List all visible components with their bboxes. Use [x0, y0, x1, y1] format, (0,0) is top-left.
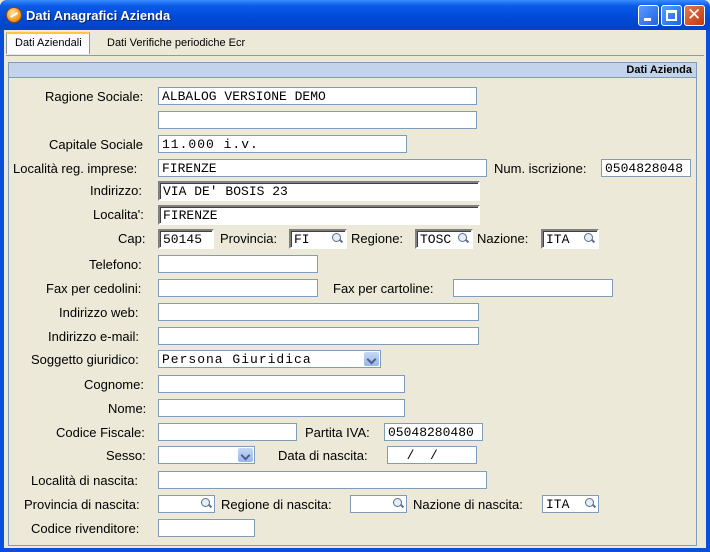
maximize-button[interactable] [661, 5, 682, 26]
regione-label: Regione: [351, 231, 404, 246]
window-title: Dati Anagrafici Azienda [26, 8, 171, 23]
magnifier-icon[interactable] [393, 498, 404, 509]
sesso-label: Sesso: [106, 448, 146, 463]
tab-dati-verifiche[interactable]: Dati Verifiche periodiche Ecr [99, 32, 253, 54]
cap-label: Cap: [118, 231, 146, 246]
indirizzo-label: Indirizzo: [90, 183, 143, 198]
window-client: Dati Aziendali Dati Verifiche periodiche… [4, 30, 706, 548]
nazione-lookup[interactable]: ITA [541, 229, 599, 249]
ragione-sociale-input-2[interactable] [158, 111, 477, 129]
cognome-input[interactable] [158, 375, 405, 393]
localita-reg-label: Località reg. imprese: [13, 161, 138, 176]
num-iscrizione-label: Num. iscrizione: [494, 161, 587, 176]
section-header: Dati Azienda [9, 63, 696, 78]
fax-cartoline-input[interactable] [453, 279, 613, 297]
nazione-nascita-label: Nazione di nascita: [413, 497, 523, 512]
codice-rivenditore-input[interactable] [158, 519, 255, 537]
close-button[interactable]: ✕ [684, 5, 705, 26]
regione-nascita-label: Regione di nascita: [221, 497, 332, 512]
fax-cedolini-label: Fax per cedolini: [46, 281, 142, 296]
num-iscrizione-input[interactable]: 0504828048 [601, 159, 691, 177]
regione-value: TOSC [420, 232, 452, 247]
regione-lookup[interactable]: TOSC [415, 229, 473, 249]
indirizzo-email-input[interactable] [158, 327, 479, 345]
codice-fiscale-input[interactable] [158, 423, 297, 441]
tab-dati-aziendali[interactable]: Dati Aziendali [6, 32, 90, 54]
provincia-nascita-lookup[interactable] [158, 495, 215, 513]
indirizzo-web-label: Indirizzo web: [59, 305, 139, 320]
localita-nascita-label: Località di nascita: [31, 473, 138, 488]
fax-cedolini-input[interactable] [158, 279, 318, 297]
localita-nascita-input[interactable] [158, 471, 487, 489]
magnifier-icon[interactable] [201, 498, 212, 509]
nome-input[interactable] [158, 399, 405, 417]
sesso-select[interactable] [158, 446, 255, 464]
partita-iva-label: Partita IVA: [305, 425, 370, 440]
data-nascita-input[interactable]: / / [387, 446, 477, 464]
nazione-nascita-value: ITA [546, 497, 570, 512]
nazione-value: ITA [546, 232, 570, 247]
indirizzo-web-input[interactable] [158, 303, 479, 321]
chevron-down-icon[interactable] [238, 448, 253, 462]
telefono-label: Telefono: [89, 257, 142, 272]
regione-nascita-lookup[interactable] [350, 495, 407, 513]
localita-label: Localita': [93, 207, 144, 222]
close-icon: ✕ [687, 5, 702, 25]
chevron-down-icon[interactable] [364, 352, 379, 366]
soggetto-giuridico-label: Soggetto giuridico: [31, 352, 139, 367]
app-window: Dati Anagrafici Azienda ✕ Dati Aziendali… [0, 0, 710, 552]
minimize-button[interactable] [638, 5, 659, 26]
maximize-icon [666, 10, 677, 21]
magnifier-icon[interactable] [585, 498, 596, 509]
magnifier-icon[interactable] [332, 233, 343, 244]
cognome-label: Cognome: [84, 377, 144, 392]
nazione-label: Nazione: [477, 231, 529, 246]
partita-iva-input[interactable]: 05048280480 [384, 423, 483, 441]
ragione-sociale-input-1[interactable]: ALBALOG VERSIONE DEMO [158, 87, 477, 105]
fax-cartoline-label: Fax per cartoline: [333, 281, 434, 296]
data-nascita-label: Data di nascita: [278, 448, 368, 463]
soggetto-giuridico-value: Persona Giuridica [162, 352, 312, 367]
indirizzo-email-label: Indirizzo e-mail: [48, 329, 140, 344]
nazione-nascita-lookup[interactable]: ITA [542, 495, 599, 513]
capitale-sociale-label: Capitale Sociale [49, 137, 143, 152]
telefono-input[interactable] [158, 255, 318, 273]
localita-input[interactable]: FIRENZE [158, 205, 480, 225]
capitale-sociale-input[interactable]: 11.000 i.v. [158, 135, 407, 153]
provincia-value: FI [294, 232, 310, 247]
localita-reg-input[interactable]: FIRENZE [158, 159, 487, 177]
codice-rivenditore-label: Codice rivenditore: [31, 521, 140, 536]
app-icon [6, 7, 22, 23]
codice-fiscale-label: Codice Fiscale: [56, 425, 145, 440]
indirizzo-input[interactable]: VIA DE' BOSIS 23 [158, 181, 480, 201]
minimize-icon [644, 18, 651, 21]
section-title: Dati Azienda [626, 64, 692, 76]
nome-label: Nome: [108, 401, 147, 416]
provincia-label: Provincia: [220, 231, 278, 246]
provincia-nascita-label: Provincia di nascita: [24, 497, 140, 512]
magnifier-icon[interactable] [458, 233, 469, 244]
soggetto-giuridico-select[interactable]: Persona Giuridica [158, 350, 381, 368]
title-bar[interactable]: Dati Anagrafici Azienda ✕ [0, 0, 710, 30]
ragione-sociale-label: Ragione Sociale: [45, 89, 144, 104]
provincia-lookup[interactable]: FI [289, 229, 347, 249]
magnifier-icon[interactable] [584, 233, 595, 244]
cap-input[interactable]: 50145 [158, 229, 214, 249]
